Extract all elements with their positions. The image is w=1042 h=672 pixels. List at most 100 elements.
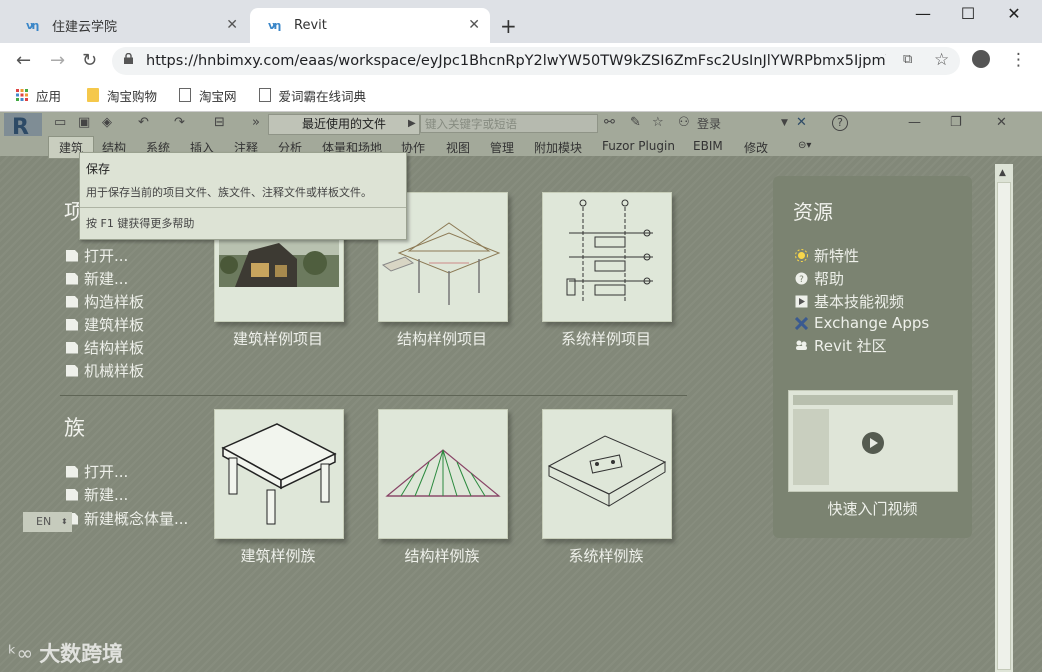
site-logo-icon: νη	[268, 19, 281, 32]
keyword-search-input[interactable]: 键入关键字或短语	[420, 114, 598, 133]
reload-button[interactable]: ↻	[82, 50, 97, 71]
ribbon-tab-addins[interactable]: 附加模块	[534, 139, 582, 156]
favorites-star-icon[interactable]: ☆	[652, 115, 664, 130]
bookmark-label: 爱词霸在线词典	[278, 88, 367, 104]
exchange-apps-icon[interactable]: ✕	[796, 115, 807, 130]
ribbon-options-icon[interactable]: ⊝▾	[798, 140, 811, 151]
systems-sample-family-card[interactable]	[542, 409, 672, 539]
architectural-sample-family-card[interactable]	[214, 409, 344, 539]
scroll-up-arrow-icon[interactable]: ▲	[999, 168, 1006, 178]
measure-icon[interactable]: ⊟	[214, 115, 225, 130]
user-icon: ⚇	[678, 115, 690, 130]
ribbon-tab-view[interactable]: 视图	[446, 139, 470, 156]
browser-tab-zhujian[interactable]: νη 住建云学院 ✕	[8, 8, 248, 43]
help-button[interactable]: ?	[832, 115, 848, 131]
ribbon-tab-fuzor-plugin[interactable]: Fuzor Plugin	[602, 139, 675, 153]
login-button[interactable]: 登录	[697, 115, 721, 132]
ribbon-tab-manage[interactable]: 管理	[490, 139, 514, 156]
systems-sample-family-label[interactable]: 系统样例族	[521, 545, 691, 566]
login-dropdown-icon[interactable]: ▼	[781, 118, 788, 128]
mechanical-template-link[interactable]: 机械样板	[66, 360, 144, 381]
systems-drawing-thumbnail	[566, 199, 653, 303]
architectural-sample-project-label[interactable]: 建筑样例项目	[193, 328, 363, 349]
play-icon	[795, 295, 808, 308]
whats-new-link[interactable]: 新特性	[795, 245, 859, 266]
systems-sample-project-card[interactable]	[542, 192, 672, 322]
project-open-link[interactable]: 打开...	[66, 245, 128, 266]
construction-template-link[interactable]: 构造样板	[66, 291, 144, 312]
new-conceptual-mass-link[interactable]: 新建概念体量...	[66, 508, 188, 529]
structural-sample-project-label[interactable]: 结构样例项目	[357, 328, 527, 349]
back-button[interactable]: ←	[16, 50, 31, 71]
new-tab-button[interactable]: +	[500, 14, 517, 38]
bookmark-star-icon[interactable]: ☆	[934, 50, 949, 70]
open-icon[interactable]: ▭	[54, 115, 66, 130]
project-new-link[interactable]: 新建...	[66, 268, 128, 289]
revit-community-link[interactable]: Revit 社区	[795, 335, 887, 356]
watermark: ᵏ∞ 大数跨境	[8, 638, 123, 668]
expand-icon[interactable]: ▶	[408, 118, 416, 129]
minimize-window-button[interactable]: —	[908, 4, 938, 23]
bookmark-label: 应用	[36, 88, 62, 104]
recent-files-title: 最近使用的文件	[268, 114, 420, 135]
quick-start-video-thumbnail[interactable]	[788, 390, 958, 492]
help-link[interactable]: ? 帮助	[795, 268, 844, 289]
template-icon	[66, 364, 78, 377]
bookmark-iciba[interactable]: 爱词霸在线词典	[258, 86, 367, 105]
close-tab-icon[interactable]: ✕	[468, 17, 480, 33]
address-bar[interactable]: https://hnbimxy.com/eaas/workspace/eyJpc…	[112, 47, 960, 75]
scrollbar-thumb[interactable]	[997, 182, 1011, 670]
section-divider	[60, 395, 687, 396]
community-icon	[796, 340, 807, 350]
expand-toolbar-icon[interactable]: »	[252, 115, 260, 130]
structural-sample-family-card[interactable]	[378, 409, 508, 539]
family-open-link[interactable]: 打开...	[66, 461, 128, 482]
sync-icon[interactable]: ◈	[102, 115, 112, 130]
revit-minimize-button[interactable]: —	[908, 115, 921, 130]
architectural-sample-family-label[interactable]: 建筑样例族	[193, 545, 363, 566]
language-selector[interactable]: EN ⬍	[23, 512, 72, 532]
browser-tab-revit[interactable]: νη Revit ✕	[250, 8, 490, 43]
video-sidebar-preview	[793, 409, 829, 485]
table-drawing-thumbnail	[221, 423, 337, 525]
tooltip-title: 保存	[86, 162, 111, 176]
lock-icon	[124, 53, 133, 64]
close-tab-icon[interactable]: ✕	[226, 17, 238, 33]
video-play-icon[interactable]	[862, 432, 884, 454]
save-icon[interactable]: ▣	[78, 115, 90, 130]
vertical-scrollbar[interactable]: ▲	[995, 164, 1013, 672]
bookmark-apps[interactable]: 应用	[16, 86, 61, 105]
forward-button[interactable]: →	[50, 50, 65, 71]
page-icon	[179, 88, 192, 102]
revit-close-button[interactable]: ✕	[996, 115, 1007, 130]
maximize-window-button[interactable]: ☐	[953, 4, 983, 23]
quick-access-toolbar: R ▭ ▣ ◈ ↶ ↷ ⊟ » 最近使用的文件 ▶ 键入关键字或短语 ⚯ ✎ ☆…	[0, 112, 1042, 143]
language-spinner-icon: ⬍	[61, 517, 68, 526]
close-window-button[interactable]: ✕	[999, 4, 1029, 23]
revit-restore-button[interactable]: ❐	[950, 115, 962, 130]
browser-menu-icon[interactable]: ⋮	[1010, 50, 1027, 70]
profile-avatar-icon[interactable]	[972, 50, 990, 68]
architectural-template-link[interactable]: 建筑样板	[66, 314, 144, 335]
redo-icon[interactable]: ↷	[174, 115, 185, 130]
ribbon-tab-ebim[interactable]: EBIM	[693, 139, 723, 153]
exchange-apps-link[interactable]: Exchange Apps	[795, 314, 929, 332]
subscription-icon[interactable]: ✎	[630, 115, 641, 130]
translate-icon[interactable]: ⧉	[903, 52, 912, 67]
binoculars-icon[interactable]: ⚯	[604, 115, 615, 130]
new-file-icon	[66, 488, 78, 501]
bookmark-taobao-shopping[interactable]: 淘宝购物	[87, 86, 157, 105]
quick-start-video-label[interactable]: 快速入门视频	[773, 498, 972, 519]
essential-skills-videos-link[interactable]: 基本技能视频	[795, 291, 904, 312]
structural-template-link[interactable]: 结构样板	[66, 337, 144, 358]
structural-sample-family-label[interactable]: 结构样例族	[357, 545, 527, 566]
revit-app: R ▭ ▣ ◈ ↶ ↷ ⊟ » 最近使用的文件 ▶ 键入关键字或短语 ⚯ ✎ ☆…	[0, 112, 1042, 672]
apps-grid-icon	[16, 89, 28, 101]
bookmark-taobao[interactable]: 淘宝网	[179, 86, 237, 105]
family-new-link[interactable]: 新建...	[66, 484, 128, 505]
systems-sample-project-label[interactable]: 系统样例项目	[521, 328, 691, 349]
ribbon-tab-modify[interactable]: 修改	[744, 139, 768, 156]
watermark-logo-icon: ᵏ∞	[8, 641, 34, 665]
undo-icon[interactable]: ↶	[138, 115, 149, 130]
tooltip-help-hint: 按 F1 键获得更多帮助	[86, 217, 195, 230]
